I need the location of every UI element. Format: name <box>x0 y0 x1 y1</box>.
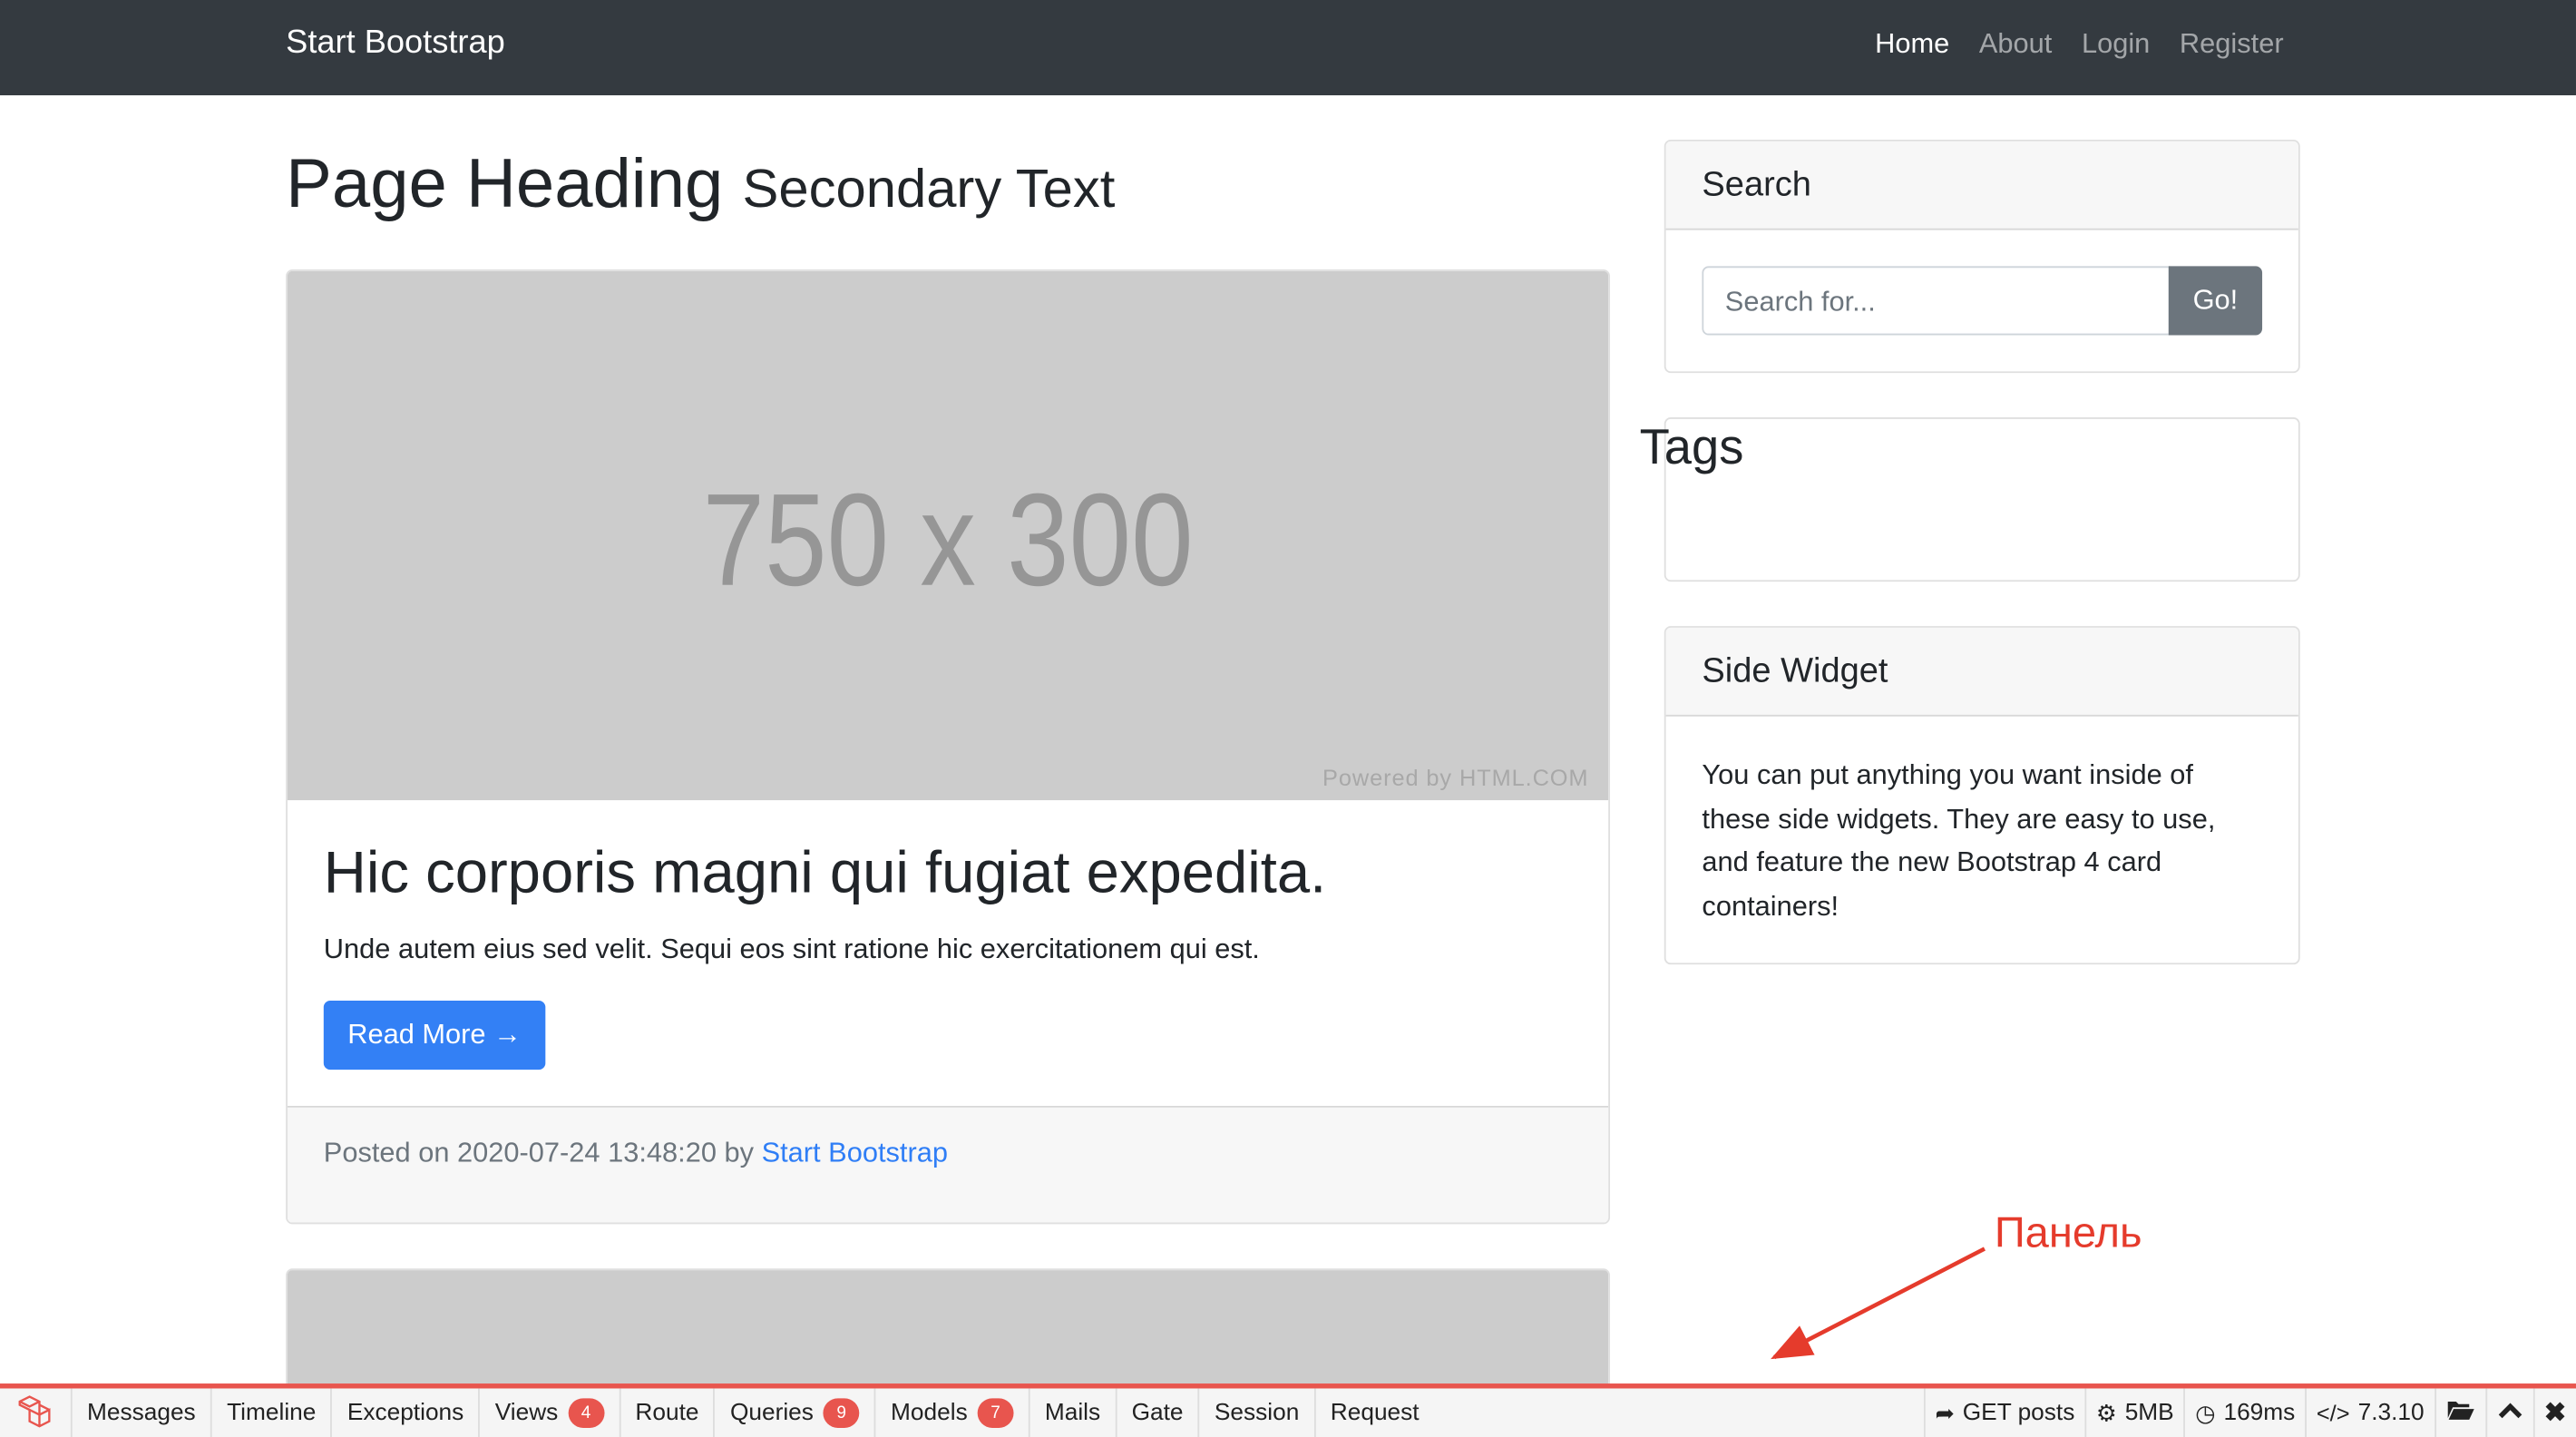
tab-label: Exceptions <box>346 1400 464 1427</box>
models-count-badge: 7 <box>977 1398 1014 1428</box>
views-count-badge: 4 <box>568 1398 605 1428</box>
annotation-arrow <box>1771 1246 1986 1360</box>
debugbar-indicators: ➦ GET posts ⚙ 5MB ◷ 169ms </> 7.3.10 ✖ <box>1923 1388 2576 1437</box>
close-icon: ✖ <box>2543 1400 2567 1428</box>
debugbar-tab-messages[interactable]: Messages <box>73 1388 212 1437</box>
tab-label: Request <box>1330 1400 1420 1427</box>
tab-label: Mails <box>1044 1400 1101 1427</box>
clock-icon: ◷ <box>2195 1399 2216 1426</box>
debugbar-tab-exceptions[interactable]: Exceptions <box>333 1388 481 1437</box>
memory-indicator: ⚙ 5MB <box>2084 1388 2183 1437</box>
debugbar-tab-queries[interactable]: Queries 9 <box>716 1388 876 1437</box>
request-indicator[interactable]: ➦ GET posts <box>1923 1388 2084 1437</box>
tab-label: Timeline <box>227 1400 317 1427</box>
tab-label: Route <box>635 1400 699 1427</box>
chevron-up-icon <box>2496 1400 2522 1426</box>
debugbar-tab-request[interactable]: Request <box>1315 1388 1433 1437</box>
memory-value: 5MB <box>2124 1400 2174 1427</box>
cogs-icon: ⚙ <box>2095 1399 2117 1426</box>
debugbar-tab-session[interactable]: Session <box>1200 1388 1316 1437</box>
debugbar-tab-gate[interactable]: Gate <box>1117 1388 1200 1437</box>
debugbar-tab-mails[interactable]: Mails <box>1030 1388 1117 1437</box>
tab-label: Views <box>494 1400 559 1427</box>
debugbar-tab-models[interactable]: Models 7 <box>876 1388 1030 1437</box>
minimize-button[interactable] <box>2484 1388 2533 1437</box>
debugbar-tab-views[interactable]: Views 4 <box>480 1388 621 1437</box>
php-version-indicator: </> 7.3.10 <box>2305 1388 2434 1437</box>
tab-label: Models <box>891 1400 968 1427</box>
tab-label: Gate <box>1131 1400 1184 1427</box>
time-indicator: ◷ 169ms <box>2183 1388 2306 1437</box>
laravel-logo-icon[interactable] <box>0 1388 73 1437</box>
debugbar-panel: Messages Timeline Exceptions Views 4 Rout… <box>0 1383 2576 1437</box>
folder-open-icon <box>2445 1398 2475 1428</box>
code-icon: </> <box>2316 1400 2350 1427</box>
debugbar-tab-route[interactable]: Route <box>620 1388 716 1437</box>
php-version-value: 7.3.10 <box>2357 1400 2425 1427</box>
open-folder-button[interactable] <box>2434 1388 2484 1437</box>
tab-label: Messages <box>86 1400 196 1427</box>
close-debugbar-button[interactable]: ✖ <box>2532 1388 2576 1437</box>
tab-label: Session <box>1214 1400 1300 1427</box>
queries-count-badge: 9 <box>823 1398 860 1428</box>
tab-label: Queries <box>729 1400 814 1427</box>
time-value: 169ms <box>2223 1400 2296 1427</box>
share-icon: ➦ <box>1935 1399 1955 1426</box>
debugbar-tab-timeline[interactable]: Timeline <box>212 1388 333 1437</box>
request-label: GET posts <box>1962 1400 2075 1427</box>
